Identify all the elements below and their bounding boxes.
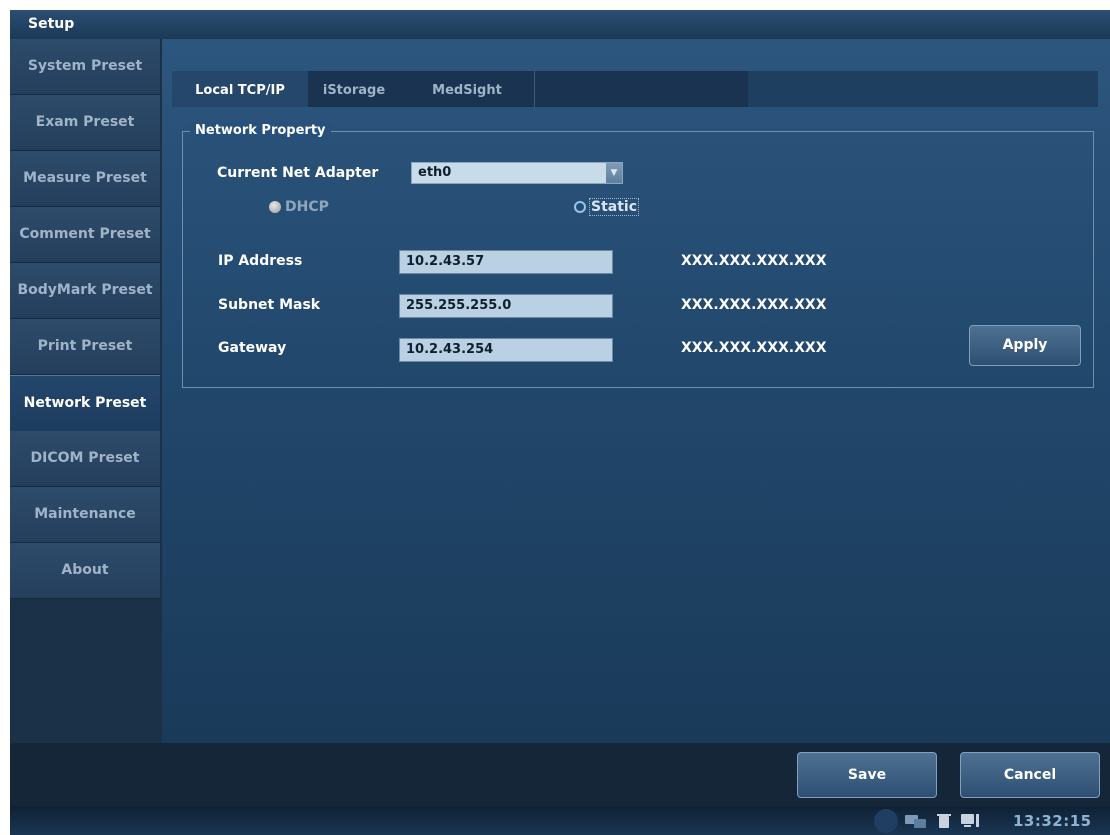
tab-istorage[interactable]: iStorage bbox=[308, 71, 400, 107]
dhcp-label: DHCP bbox=[285, 199, 329, 215]
subnet-mask-format-hint: XXX.XXX.XXX.XXX bbox=[681, 297, 827, 313]
window-title: Setup bbox=[10, 10, 1110, 39]
tab-local-tcpip[interactable]: Local TCP/IP bbox=[172, 71, 308, 107]
main-panel: Local TCP/IP iStorage MedSight Network P… bbox=[162, 39, 1110, 743]
static-radio[interactable]: Static bbox=[574, 198, 640, 216]
subnet-mask-label: Subnet Mask bbox=[218, 297, 321, 313]
net-adapter-value: eth0 bbox=[418, 165, 452, 180]
apply-button[interactable]: Apply bbox=[969, 325, 1081, 366]
network-property-title: Network Property bbox=[190, 122, 331, 140]
status-bar: 13:32:15 bbox=[10, 806, 1110, 835]
dhcp-radio[interactable]: DHCP bbox=[269, 199, 329, 215]
sidebar-item-about[interactable]: About bbox=[10, 543, 160, 599]
network-icon bbox=[905, 815, 926, 828]
cancel-button[interactable]: Cancel bbox=[960, 752, 1100, 798]
sidebar-item-bodymark-preset[interactable]: BodyMark Preset bbox=[10, 263, 160, 319]
monitor-icon bbox=[961, 814, 979, 827]
subnet-mask-field[interactable]: 255.255.255.0 bbox=[399, 294, 613, 318]
gateway-format-hint: XXX.XXX.XXX.XXX bbox=[681, 340, 827, 356]
gateway-label: Gateway bbox=[218, 340, 287, 356]
tab-medsight[interactable]: MedSight bbox=[400, 71, 534, 107]
sidebar-item-maintenance[interactable]: Maintenance bbox=[10, 487, 160, 543]
sidebar-item-network-preset[interactable]: Network Preset bbox=[10, 375, 160, 432]
footer-bar: Save Cancel bbox=[10, 743, 1110, 806]
ip-address-label: IP Address bbox=[218, 253, 303, 269]
tray-icons bbox=[874, 809, 979, 833]
sidebar-item-comment-preset[interactable]: Comment Preset bbox=[10, 207, 160, 263]
system-tray bbox=[872, 806, 1002, 835]
ip-address-format-hint: XXX.XXX.XXX.XXX bbox=[681, 253, 827, 269]
setup-window: Setup System Preset Exam Preset Measure … bbox=[10, 10, 1110, 835]
sidebar-item-exam-preset[interactable]: Exam Preset bbox=[10, 95, 160, 151]
tab-bar: Local TCP/IP iStorage MedSight bbox=[172, 71, 1098, 107]
net-adapter-label: Current Net Adapter bbox=[217, 165, 379, 181]
sidebar-item-print-preset[interactable]: Print Preset bbox=[10, 319, 160, 375]
sidebar-item-measure-preset[interactable]: Measure Preset bbox=[10, 151, 160, 207]
status-indicator-icon bbox=[874, 809, 898, 833]
save-button[interactable]: Save bbox=[797, 752, 937, 798]
static-label: Static bbox=[588, 198, 640, 216]
sidebar: System Preset Exam Preset Measure Preset… bbox=[10, 39, 162, 743]
gateway-field[interactable]: 10.2.43.254 bbox=[399, 338, 613, 362]
tab-separator bbox=[534, 71, 535, 107]
clock: 13:32:15 bbox=[1013, 812, 1092, 830]
delete-icon bbox=[937, 814, 951, 828]
radio-selected-icon bbox=[574, 201, 586, 213]
sidebar-item-dicom-preset[interactable]: DICOM Preset bbox=[10, 431, 160, 487]
chevron-down-icon[interactable]: ▼ bbox=[606, 163, 622, 183]
ip-address-field[interactable]: 10.2.43.57 bbox=[399, 250, 613, 274]
net-adapter-select[interactable]: eth0 ▼ bbox=[411, 162, 623, 184]
radio-icon bbox=[269, 201, 281, 213]
sidebar-item-system-preset[interactable]: System Preset bbox=[10, 39, 160, 95]
